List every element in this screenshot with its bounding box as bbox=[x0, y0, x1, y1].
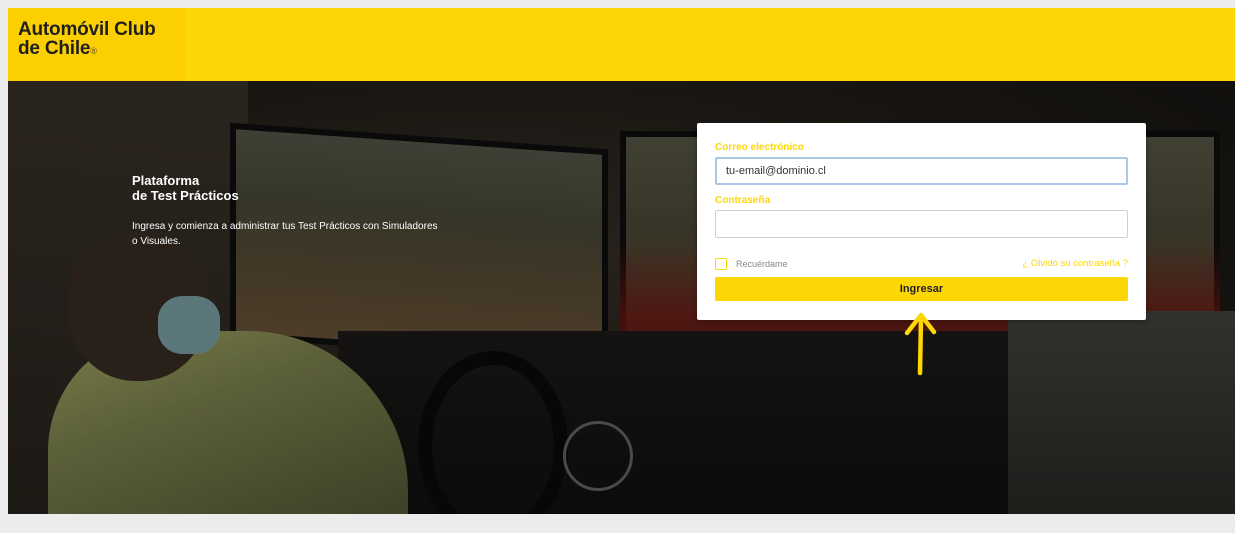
hero-section: Plataforma de Test Prácticos Ingresa y c… bbox=[8, 81, 1235, 514]
page-edge bbox=[0, 362, 8, 533]
brand-logo[interactable]: Automóvil Club de Chile® bbox=[8, 8, 185, 81]
intro-block: Plataforma de Test Prácticos Ingresa y c… bbox=[132, 173, 452, 249]
remember-checkbox[interactable] bbox=[715, 258, 727, 270]
password-label: Contraseña bbox=[715, 195, 771, 206]
remember-row: Recuérdame ¿ Olvidó su contraseña ? bbox=[715, 257, 1128, 271]
forgot-password-link[interactable]: ¿ Olvidó su contraseña ? bbox=[1022, 258, 1128, 270]
intro-title-line-2: de Test Prácticos bbox=[132, 188, 239, 203]
password-field[interactable] bbox=[715, 210, 1128, 238]
login-button[interactable]: Ingresar bbox=[715, 277, 1128, 301]
intro-title-line-1: Plataforma bbox=[132, 173, 200, 188]
intro-description: Ingresa y comienza a administrar tus Tes… bbox=[132, 221, 438, 247]
top-header: Automóvil Club de Chile® bbox=[8, 8, 1235, 81]
logo-line-1: Automóvil Club bbox=[18, 19, 156, 40]
logo-line-2-text: de Chile bbox=[18, 38, 91, 59]
logo-registered-mark: ® bbox=[90, 46, 97, 56]
email-label: Correo electrónico bbox=[715, 142, 804, 153]
intro-title: Plataforma de Test Prácticos bbox=[132, 173, 452, 203]
app-frame: Automóvil Club de Chile® Plataforma de T… bbox=[8, 8, 1235, 514]
logo-line-2: de Chile® bbox=[18, 39, 185, 61]
login-card: Correo electrónico Contraseña Recuérdame… bbox=[697, 123, 1146, 320]
remember-label[interactable]: Recuérdame bbox=[736, 258, 788, 270]
email-field[interactable] bbox=[715, 157, 1128, 185]
arrow-up-icon bbox=[904, 312, 937, 376]
